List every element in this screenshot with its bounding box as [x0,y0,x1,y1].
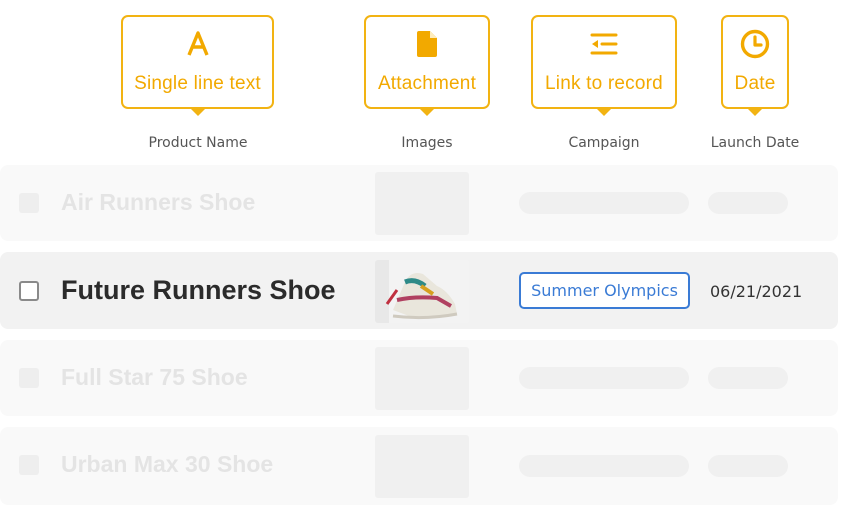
row-checkbox[interactable] [19,455,39,475]
image-placeholder [375,347,469,410]
column-header-product-name[interactable]: Product Name [128,135,268,151]
field-type-attachment: Attachment [364,15,490,116]
column-header-launch-date[interactable]: Launch Date [705,135,805,151]
field-type-label: Date [734,73,776,94]
product-name: Air Runners Shoe [61,189,256,215]
field-type-label: Single line text [134,73,261,94]
product-image[interactable] [375,260,469,323]
date-placeholder [708,192,788,214]
field-type-date: Date [721,15,789,116]
clock-icon [723,29,787,59]
column-header-campaign[interactable]: Campaign [544,135,664,151]
field-type-label: Attachment [377,73,477,94]
table-row[interactable]: Air Runners Shoe [0,165,838,241]
row-checkbox[interactable] [19,193,39,213]
document-icon [366,29,488,59]
row-checkbox[interactable] [19,368,39,388]
field-type-single-line-text: Single line text [121,15,274,116]
image-placeholder [375,172,469,235]
campaign-placeholder [519,192,689,214]
row-checkbox[interactable] [19,281,39,301]
table-row[interactable]: Urban Max 30 Shoe [0,427,838,505]
date-placeholder [708,455,788,477]
field-type-link-to-record: Link to record [531,15,677,116]
product-name: Full Star 75 Shoe [61,364,248,390]
campaign-link-chip[interactable]: Summer Olympics [519,272,690,309]
column-header-images[interactable]: Images [377,135,477,151]
campaign-placeholder [519,455,689,477]
field-type-label: Link to record [545,73,663,94]
table-row[interactable]: Full Star 75 Shoe [0,340,838,416]
campaign-placeholder [519,367,689,389]
date-placeholder [708,367,788,389]
product-name: Urban Max 30 Shoe [61,451,274,477]
table-row-selected[interactable]: Future Runners Shoe Summer Olympics 06/2… [0,252,838,329]
launch-date-value: 06/21/2021 [710,282,803,301]
product-name: Future Runners Shoe [61,275,336,305]
linked-list-icon [533,29,675,59]
shoe-image [375,260,469,323]
letter-a-icon [123,29,272,59]
image-placeholder [375,435,469,498]
